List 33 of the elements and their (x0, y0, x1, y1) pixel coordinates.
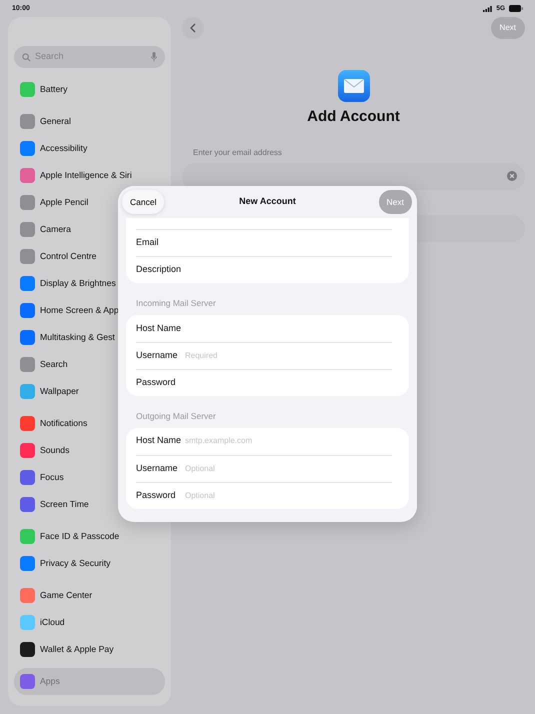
cancel-button[interactable]: Cancel (122, 190, 164, 214)
sidebar-item[interactable]: Accessibility (14, 135, 165, 162)
clear-icon[interactable] (507, 171, 517, 181)
signal-icon (483, 6, 492, 12)
sidebar-item[interactable]: Apple Intelligence & Siri (14, 162, 165, 189)
field-label: Description (136, 263, 182, 276)
email-label: Enter your email address (192, 146, 283, 158)
mail-app-icon (338, 70, 370, 102)
field-label: Password (136, 488, 177, 502)
sidebar-item[interactable]: iCloud (14, 609, 165, 636)
back-button[interactable] (182, 17, 204, 39)
email-field[interactable] (182, 162, 525, 190)
battery-icon (509, 5, 523, 12)
sidebar-item[interactable]: Game Center (14, 582, 165, 609)
field-label: Email (136, 236, 160, 250)
field-label: Host Name (136, 322, 182, 334)
sidebar-item[interactable]: Battery (14, 76, 165, 103)
sidebar-item[interactable]: General (14, 108, 165, 135)
field-label: Username (136, 462, 179, 475)
field-label: Username (136, 349, 179, 362)
dialog-title: New Account (239, 195, 296, 208)
field-label: Host Name (136, 434, 182, 448)
sidebar-item[interactable]: Wallet & Apple Pay (14, 636, 165, 663)
chevron-left-icon (190, 23, 196, 33)
search-placeholder: Search (35, 50, 64, 64)
section-header: Incoming Mail Server (135, 297, 217, 310)
sidebar-item[interactable]: Face ID & Passcode (14, 523, 165, 550)
sidebar-item[interactable]: Privacy & Security (14, 550, 165, 577)
microphone-icon[interactable] (151, 52, 157, 62)
field-label: Password (136, 376, 177, 389)
page-title: Add Account (307, 107, 400, 127)
search-icon (22, 52, 31, 62)
section-header: Outgoing Mail Server (135, 410, 217, 423)
